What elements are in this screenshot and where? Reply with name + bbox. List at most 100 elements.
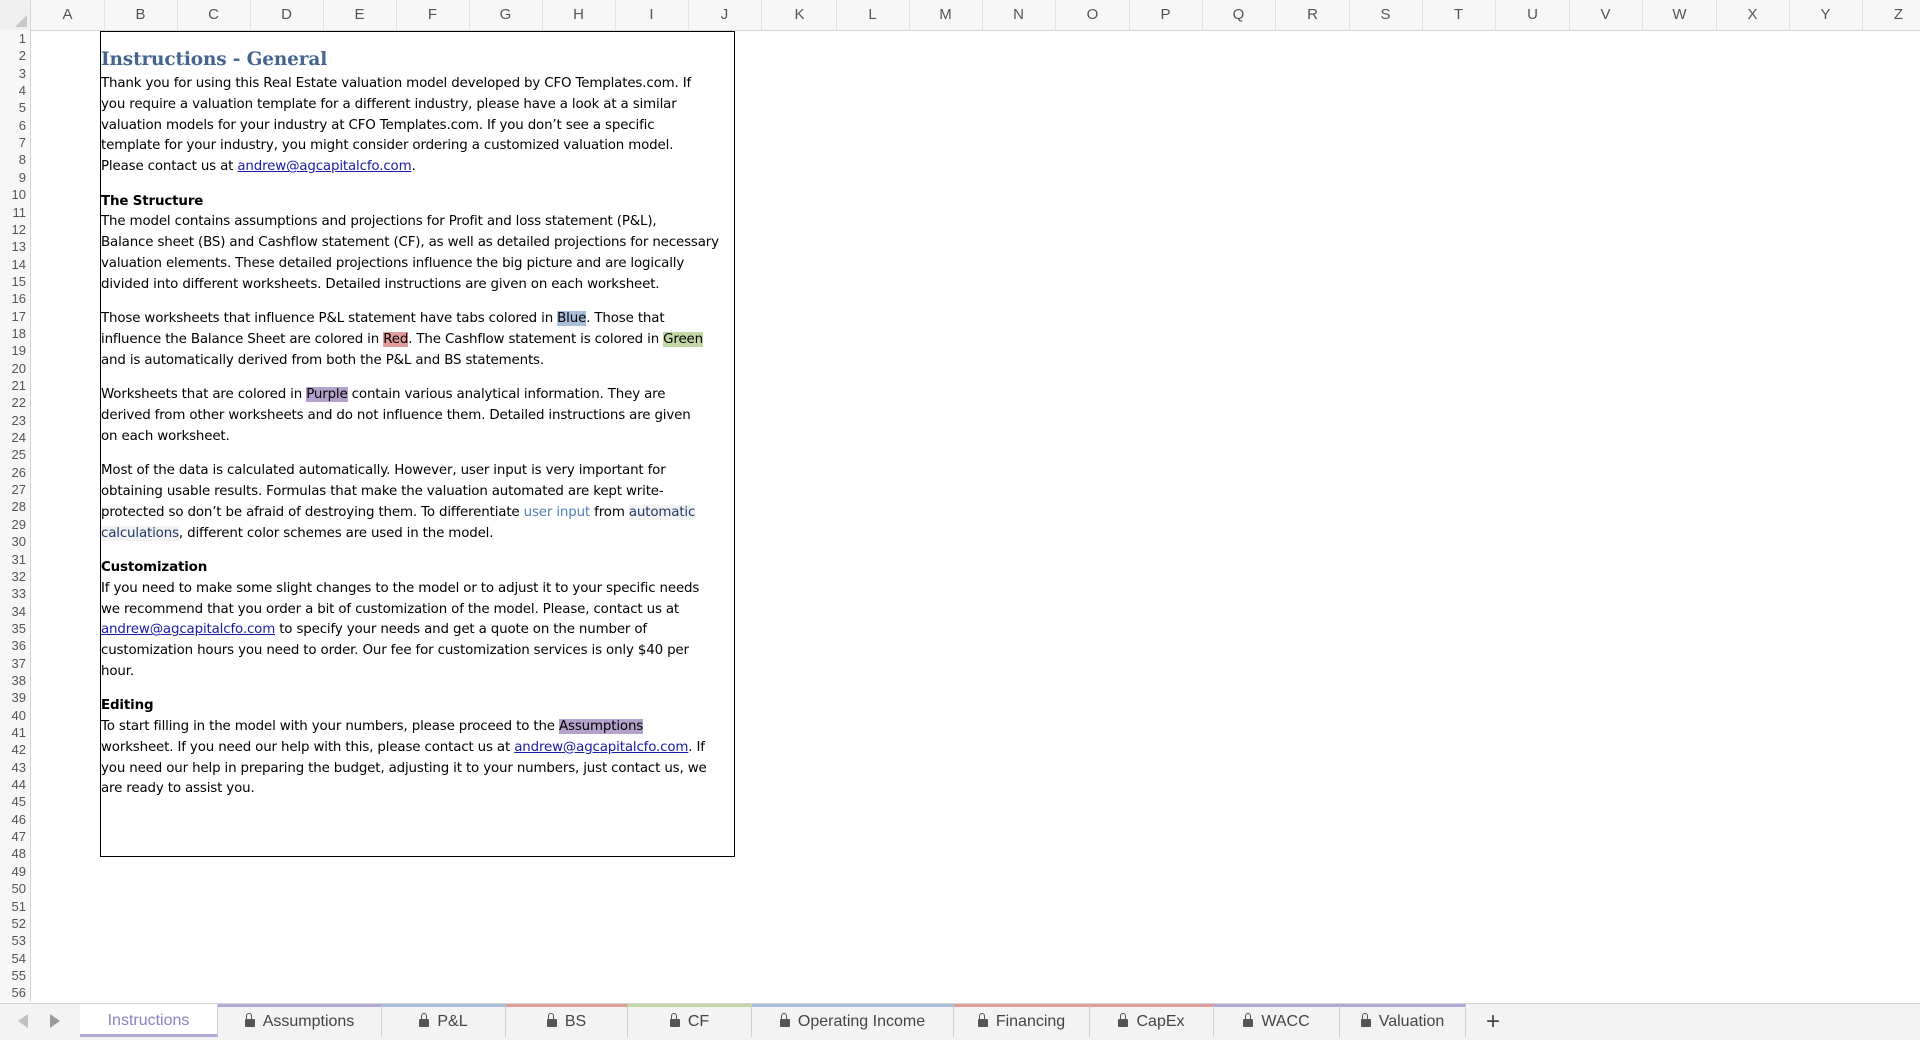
text-line: calculations, different color schemes ar… <box>101 524 741 545</box>
row-header[interactable]: 39 <box>0 689 26 706</box>
email-link[interactable]: andrew@agcapitalcfo.com <box>514 740 688 755</box>
column-header-u[interactable]: U <box>1496 0 1570 30</box>
row-header[interactable]: 56 <box>0 984 26 1001</box>
row-header[interactable]: 25 <box>0 446 26 463</box>
column-header-m[interactable]: M <box>909 0 983 30</box>
row-header[interactable]: 24 <box>0 429 26 446</box>
column-header-x[interactable]: X <box>1716 0 1790 30</box>
row-header[interactable]: 28 <box>0 498 26 515</box>
row-header[interactable]: 20 <box>0 360 26 377</box>
email-link[interactable]: andrew@agcapitalcfo.com <box>237 159 411 174</box>
tab-valuation[interactable]: Valuation <box>1340 1004 1466 1037</box>
row-header[interactable]: 3 <box>0 65 26 82</box>
tab-pl[interactable]: P&L <box>382 1004 506 1037</box>
column-header-i[interactable]: I <box>615 0 689 30</box>
column-header-s[interactable]: S <box>1349 0 1423 30</box>
row-header[interactable]: 41 <box>0 724 26 741</box>
row-header[interactable]: 34 <box>0 603 26 620</box>
row-header[interactable]: 52 <box>0 915 26 932</box>
add-sheet-button[interactable]: + <box>1466 1004 1520 1040</box>
row-header[interactable]: 48 <box>0 845 26 862</box>
tab-wacc[interactable]: WACC <box>1214 1004 1340 1037</box>
column-header-j[interactable]: J <box>688 0 762 30</box>
row-header[interactable]: 44 <box>0 776 26 793</box>
row-header[interactable]: 27 <box>0 481 26 498</box>
column-header-q[interactable]: Q <box>1202 0 1276 30</box>
row-header[interactable]: 17 <box>0 308 26 325</box>
row-header[interactable]: 45 <box>0 793 26 810</box>
row-header[interactable]: 55 <box>0 967 26 984</box>
row-header[interactable]: 22 <box>0 394 26 411</box>
row-header[interactable]: 12 <box>0 221 26 238</box>
column-header-k[interactable]: K <box>763 0 837 30</box>
row-header[interactable]: 23 <box>0 412 26 429</box>
row-header[interactable]: 32 <box>0 568 26 585</box>
column-header-b[interactable]: B <box>104 0 178 30</box>
row-header[interactable]: 38 <box>0 672 26 689</box>
scroll-left-arrow-icon[interactable] <box>18 1014 28 1028</box>
scroll-right-arrow-icon[interactable] <box>50 1014 60 1028</box>
row-header[interactable]: 8 <box>0 151 26 168</box>
row-header[interactable]: 31 <box>0 551 26 568</box>
column-header-y[interactable]: Y <box>1789 0 1863 30</box>
column-header-a[interactable]: A <box>31 0 105 30</box>
row-header[interactable]: 2 <box>0 47 26 64</box>
row-header[interactable]: 30 <box>0 533 26 550</box>
column-header-v[interactable]: V <box>1569 0 1643 30</box>
row-header[interactable]: 13 <box>0 238 26 255</box>
column-header-c[interactable]: C <box>177 0 251 30</box>
row-header[interactable]: 40 <box>0 707 26 724</box>
row-header[interactable]: 47 <box>0 828 26 845</box>
row-header[interactable]: 29 <box>0 516 26 533</box>
row-header[interactable]: 50 <box>0 880 26 897</box>
column-header-d[interactable]: D <box>250 0 324 30</box>
row-header[interactable]: 37 <box>0 655 26 672</box>
row-header[interactable]: 35 <box>0 620 26 637</box>
row-header[interactable]: 19 <box>0 342 26 359</box>
row-header[interactable]: 5 <box>0 99 26 116</box>
column-header-z[interactable]: Z <box>1862 0 1920 30</box>
row-header[interactable]: 42 <box>0 741 26 758</box>
row-header[interactable]: 18 <box>0 325 26 342</box>
row-header[interactable]: 26 <box>0 464 26 481</box>
row-header[interactable]: 15 <box>0 273 26 290</box>
row-header[interactable]: 16 <box>0 290 26 307</box>
column-header-l[interactable]: L <box>836 0 910 30</box>
row-header[interactable]: 21 <box>0 377 26 394</box>
email-link[interactable]: andrew@agcapitalcfo.com <box>101 622 275 637</box>
column-header-n[interactable]: N <box>982 0 1056 30</box>
select-all-corner[interactable] <box>0 0 31 30</box>
tab-instructions[interactable]: Instructions <box>80 1004 218 1037</box>
tab-bs[interactable]: BS <box>506 1004 628 1037</box>
column-header-p[interactable]: P <box>1129 0 1203 30</box>
row-header[interactable]: 53 <box>0 932 26 949</box>
column-header-r[interactable]: R <box>1276 0 1350 30</box>
row-header[interactable]: 9 <box>0 169 26 186</box>
row-header[interactable]: 1 <box>0 30 26 47</box>
row-header[interactable]: 49 <box>0 863 26 880</box>
tab-assumptions[interactable]: Assumptions <box>218 1004 382 1037</box>
row-header[interactable]: 33 <box>0 585 26 602</box>
row-header[interactable]: 36 <box>0 637 26 654</box>
column-header-e[interactable]: E <box>323 0 397 30</box>
row-header[interactable]: 54 <box>0 950 26 967</box>
row-header[interactable]: 43 <box>0 759 26 776</box>
row-header[interactable]: 14 <box>0 256 26 273</box>
tab-operating-income[interactable]: Operating Income <box>752 1004 954 1037</box>
column-header-o[interactable]: O <box>1056 0 1130 30</box>
row-header[interactable]: 4 <box>0 82 26 99</box>
row-header[interactable]: 11 <box>0 204 27 221</box>
tab-cf[interactable]: CF <box>628 1004 752 1037</box>
column-header-f[interactable]: F <box>396 0 470 30</box>
row-header[interactable]: 7 <box>0 134 26 151</box>
column-header-t[interactable]: T <box>1422 0 1496 30</box>
row-header[interactable]: 6 <box>0 117 26 134</box>
row-header[interactable]: 46 <box>0 811 26 828</box>
row-header[interactable]: 51 <box>0 898 26 915</box>
tab-financing[interactable]: Financing <box>954 1004 1090 1037</box>
column-header-h[interactable]: H <box>542 0 616 30</box>
column-header-g[interactable]: G <box>469 0 543 30</box>
row-header[interactable]: 10 <box>0 186 26 203</box>
column-header-w[interactable]: W <box>1643 0 1717 30</box>
tab-capex[interactable]: CapEx <box>1090 1004 1214 1037</box>
